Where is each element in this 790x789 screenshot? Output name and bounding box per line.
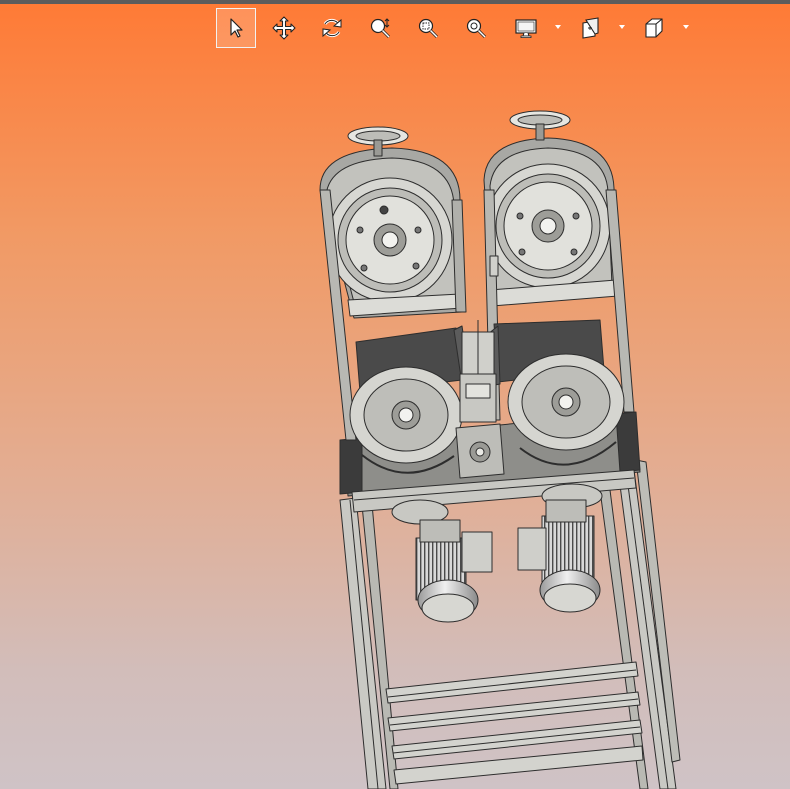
section-view-button[interactable] <box>570 8 610 48</box>
section-view-icon <box>582 17 599 39</box>
display-mode-button[interactable] <box>506 8 546 48</box>
left-motor <box>415 519 493 623</box>
zoom-window-icon <box>418 18 439 39</box>
view-orientation-button[interactable] <box>634 8 674 48</box>
3d-viewport[interactable] <box>0 0 790 789</box>
zoom-fit-button[interactable] <box>456 8 496 48</box>
select-arrow-icon <box>230 18 243 38</box>
cube-view-icon <box>645 18 663 38</box>
select-button[interactable] <box>216 8 256 48</box>
pan-button[interactable] <box>264 8 304 48</box>
right-motor <box>517 499 601 613</box>
zoom-icon <box>370 18 391 39</box>
zoom-fit-icon <box>466 18 487 39</box>
zoom-button[interactable] <box>360 8 400 48</box>
section-view-dropdown-caret[interactable] <box>618 24 626 30</box>
rotate-button[interactable] <box>312 8 352 48</box>
rotate-icon <box>322 18 342 38</box>
display-mode-dropdown-caret[interactable] <box>554 24 562 30</box>
zoom-window-button[interactable] <box>408 8 448 48</box>
view-orientation-dropdown-caret[interactable] <box>682 24 690 30</box>
band-saw-machine-3d-model[interactable] <box>0 0 790 789</box>
monitor-icon <box>515 19 537 39</box>
pan-move-icon <box>272 16 296 40</box>
